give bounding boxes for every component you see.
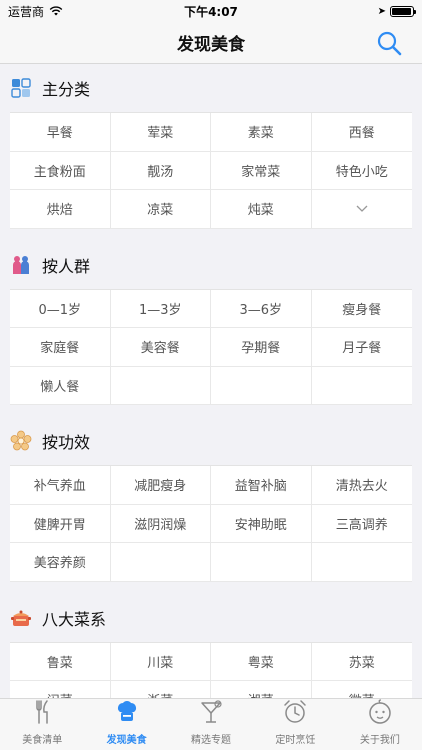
empty-cell [311, 367, 412, 405]
tab-alarm-clock[interactable]: 定时烹饪 [253, 699, 337, 750]
category-item[interactable]: 素菜 [211, 113, 312, 152]
cocktail-icon [197, 698, 225, 731]
nav-bar: 发现美食 [0, 22, 422, 64]
grid-category-icon [10, 77, 32, 99]
category-item[interactable]: 特色小吃 [311, 152, 412, 190]
category-item[interactable]: 粤菜 [211, 642, 312, 681]
empty-cell [211, 543, 312, 582]
category-item[interactable]: 苏菜 [311, 643, 412, 681]
page-title: 发现美食 [177, 35, 245, 55]
category-item[interactable]: 鲁菜 [10, 642, 111, 681]
location-arrow-icon: ➤ [377, 5, 386, 17]
battery-icon [390, 5, 416, 17]
section-title: 按人群 [42, 256, 91, 276]
section-title: 主分类 [42, 80, 91, 99]
category-item[interactable]: 减肥瘦身 [110, 466, 211, 505]
expand-chevron-icon[interactable] [311, 190, 412, 229]
section-title: 按功效 [42, 433, 91, 452]
fork-knife-icon [28, 698, 56, 731]
category-item[interactable]: 西餐 [311, 113, 412, 152]
status-right: ➤ [377, 5, 416, 17]
category-item[interactable]: 滋阴润燥 [110, 504, 211, 543]
category-grid: 早餐 荤菜 素菜 西餐主食粉面 靓汤 家常菜 特色小吃烘焙 凉菜 炖菜 [10, 112, 412, 229]
category-item[interactable]: 主食粉面 [10, 151, 111, 190]
flower-icon [10, 430, 32, 452]
status-time: 下午4:07 [184, 4, 238, 19]
category-grid: 鲁菜川菜粤菜苏菜闽菜浙菜湘菜徽菜 [10, 641, 413, 698]
empty-cell [110, 543, 211, 582]
category-item[interactable]: 烘焙 [10, 190, 111, 229]
category-grid: 补气养血 减肥瘦身 益智补脑 清热去火健脾开胃 滋阴润燥 安神助眠 三高调养美容养颜 [10, 465, 412, 582]
people-icon [10, 254, 32, 276]
category-item[interactable]: 闽菜 [10, 681, 111, 698]
section-header: 八大菜系 [0, 594, 422, 642]
category-item[interactable]: 早餐 [10, 113, 111, 152]
tab-bar: 美食清单 发现美食 精选专题 定时烹饪 关于我们 [0, 698, 422, 750]
category-item[interactable]: 懒人餐 [10, 366, 111, 405]
category-item[interactable]: 湘菜 [211, 681, 312, 698]
category-item[interactable]: 靓汤 [110, 151, 211, 190]
tab-label: 精选专题 [191, 735, 232, 746]
category-item[interactable]: 健脾开胃 [10, 504, 111, 543]
category-item[interactable]: 美容餐 [110, 328, 211, 367]
category-item[interactable]: 瘦身餐 [311, 290, 412, 328]
category-item[interactable]: 1—3岁 [110, 289, 211, 328]
category-item[interactable]: 浙菜 [111, 681, 211, 698]
category-item[interactable]: 益智补脑 [211, 466, 312, 505]
carrier-label: 运营商 [8, 4, 45, 19]
category-grid: 0—1岁 1—3岁 3—6岁 瘦身餐家庭餐 美容餐 孕期餐 月子餐懒人餐 [10, 288, 412, 405]
category-item[interactable]: 孕期餐 [211, 328, 312, 367]
category-item[interactable]: 徽菜 [312, 681, 413, 698]
chef-hat-icon [113, 698, 141, 731]
section-header: 主分类 [0, 64, 422, 112]
category-item[interactable]: 月子餐 [311, 328, 412, 367]
category-item[interactable]: 补气养血 [10, 466, 111, 505]
tab-baby-face[interactable]: 关于我们 [338, 699, 422, 750]
discover-content: 主分类早餐 荤菜 素菜 西餐主食粉面 靓汤 家常菜 特色小吃烘焙 凉菜 炖菜按人群 0—1岁 1—3… [0, 64, 422, 698]
status-left: 运营商 [8, 3, 63, 20]
wifi-icon [49, 6, 63, 16]
tab-label: 美食清单 [22, 735, 63, 746]
tab-chef-hat[interactable]: 发现美食 [84, 699, 168, 750]
section-header: 按功效 [0, 417, 422, 465]
tab-label: 发现美食 [106, 735, 147, 746]
empty-cell [311, 543, 412, 582]
pot-icon [10, 607, 32, 629]
category-item[interactable]: 家庭餐 [10, 328, 111, 367]
battery-fill [392, 7, 411, 15]
tab-label: 关于我们 [359, 735, 400, 746]
category-item[interactable]: 0—1岁 [10, 289, 111, 328]
tab-cocktail[interactable]: 精选专题 [169, 699, 253, 750]
category-item[interactable]: 家常菜 [211, 151, 312, 190]
category-item[interactable]: 安神助眠 [211, 504, 312, 543]
category-item[interactable]: 荤菜 [110, 113, 211, 152]
category-item[interactable]: 炖菜 [211, 190, 312, 229]
search-icon[interactable] [376, 30, 402, 56]
category-item[interactable]: 清热去火 [311, 466, 412, 505]
tab-label: 定时烹饪 [275, 735, 316, 746]
category-item[interactable]: 3—6岁 [211, 289, 312, 328]
section-title: 八大菜系 [42, 609, 107, 629]
category-item[interactable]: 川菜 [110, 642, 211, 681]
section-header: 按人群 [0, 241, 422, 289]
baby-face-icon [366, 698, 394, 731]
category-item[interactable]: 凉菜 [110, 190, 211, 229]
category-item[interactable]: 三高调养 [311, 505, 412, 543]
status-bar: 运营商 下午4:07 ➤ [0, 0, 422, 22]
category-item[interactable]: 美容养颜 [10, 543, 111, 582]
tab-fork-knife[interactable]: 美食清单 [0, 699, 84, 750]
empty-cell [110, 366, 211, 405]
alarm-clock-icon [281, 698, 309, 731]
empty-cell [211, 366, 312, 405]
